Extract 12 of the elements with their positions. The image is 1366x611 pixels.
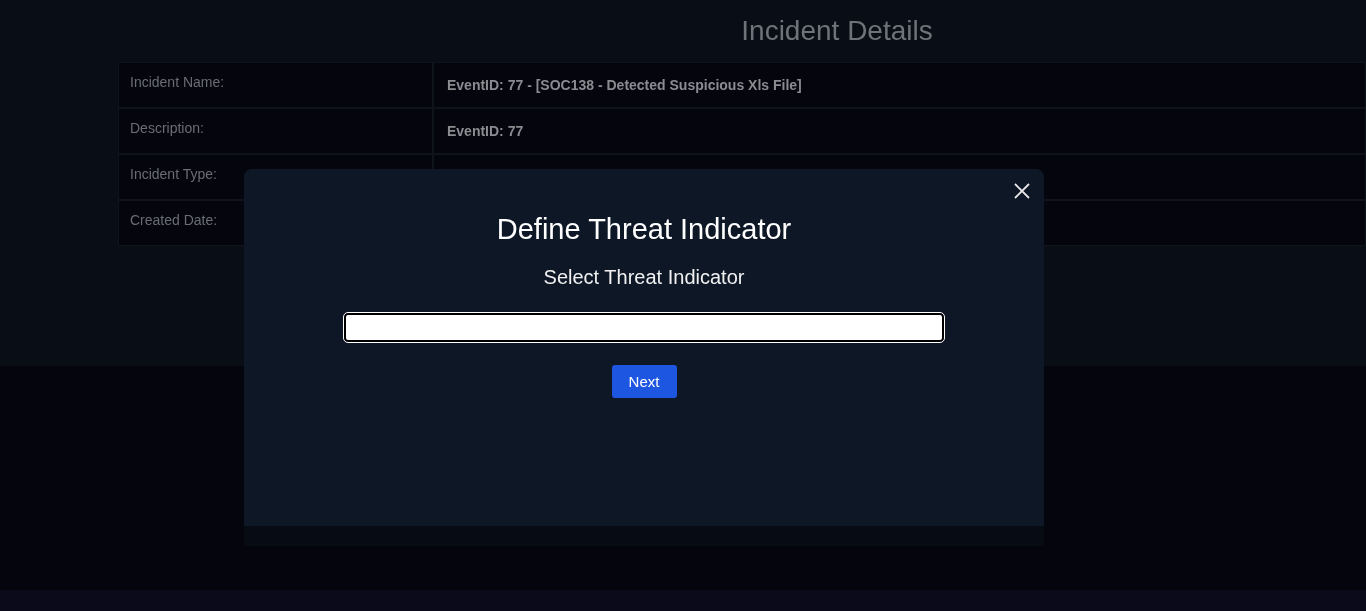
next-button[interactable]: Next bbox=[611, 365, 677, 398]
close-icon[interactable] bbox=[1014, 183, 1030, 199]
field-value: EventID: 77 bbox=[447, 123, 524, 139]
field-label: Description: bbox=[130, 120, 204, 136]
modal-subtitle: Select Threat Indicator bbox=[543, 266, 745, 289]
modal-title: Define Threat Indicator bbox=[496, 213, 792, 246]
field-label: Incident Type: bbox=[130, 166, 217, 182]
field-label: Incident Name: bbox=[130, 74, 225, 90]
page-title: Incident Details bbox=[740, 14, 934, 48]
field-value: EventID: 77 - [SOC138 - Detected Suspicious Xls File] bbox=[447, 77, 802, 93]
field-label: Created Date: bbox=[130, 212, 218, 228]
input-field[interactable] bbox=[344, 313, 944, 342]
